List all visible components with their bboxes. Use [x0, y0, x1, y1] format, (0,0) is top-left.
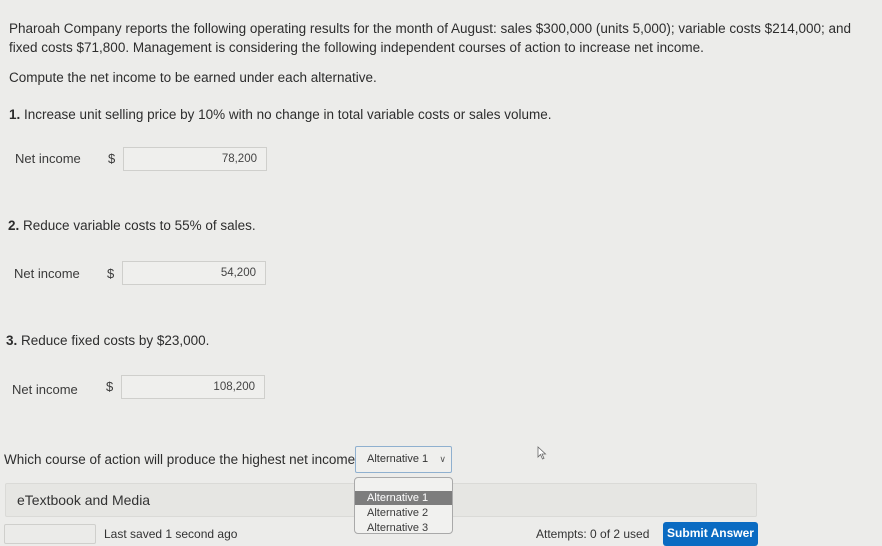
alternative-2-label: Net income: [14, 266, 80, 281]
etextbook-label: eTextbook and Media: [17, 492, 151, 508]
chevron-down-icon: ∨: [439, 454, 446, 464]
alternative-2-net-income-input[interactable]: 54,200: [122, 261, 266, 285]
alternative-2-question: 2. Reduce variable costs to 55% of sales…: [8, 218, 256, 233]
alternative-2-currency: $: [107, 266, 115, 281]
alternative-3-currency: $: [106, 379, 114, 394]
attempts-counter: Attempts: 0 of 2 used: [536, 527, 650, 541]
alternative-3-question: 3. Reduce fixed costs by $23,000.: [6, 333, 209, 348]
alternative-1-currency: $: [108, 151, 116, 166]
alternative-1-question: 1. Increase unit selling price by 10% wi…: [9, 107, 552, 122]
alternative-3-label: Net income: [12, 382, 78, 397]
alternative-1-number: 1.: [9, 107, 21, 122]
highest-question: Which course of action will produce the …: [4, 452, 363, 467]
dropdown-option-alternative-3[interactable]: Alternative 3: [355, 521, 452, 533]
last-saved-status: Last saved 1 second ago: [104, 527, 238, 541]
alternative-3-number: 3.: [6, 333, 18, 348]
alternative-3-text: Reduce fixed costs by $23,000.: [21, 333, 210, 348]
save-for-later-button[interactable]: [4, 524, 96, 544]
mouse-pointer-icon: [537, 446, 547, 460]
dropdown-option-alternative-2[interactable]: Alternative 2: [355, 506, 452, 520]
problem-instruction: Compute the net income to be earned unde…: [9, 70, 377, 85]
selected-value: Alternative 1: [367, 453, 429, 465]
alternative-2-number: 2.: [8, 218, 20, 233]
dropdown-option-alternative-1[interactable]: Alternative 1: [355, 491, 452, 505]
submit-answer-button[interactable]: Submit Answer: [663, 522, 758, 546]
alternative-dropdown-list[interactable]: Alternative 1 Alternative 2 Alternative …: [354, 477, 453, 534]
alternative-1-net-income-input[interactable]: 78,200: [123, 147, 267, 171]
alternative-1-label: Net income: [15, 151, 81, 166]
alternative-2-text: Reduce variable costs to 55% of sales.: [23, 218, 256, 233]
problem-intro: Pharoah Company reports the following op…: [9, 21, 852, 55]
alternative-1-text: Increase unit selling price by 10% with …: [24, 107, 552, 122]
highest-alternative-select[interactable]: Alternative 1 ∨: [355, 446, 452, 473]
alternative-3-net-income-input[interactable]: 108,200: [121, 375, 265, 399]
